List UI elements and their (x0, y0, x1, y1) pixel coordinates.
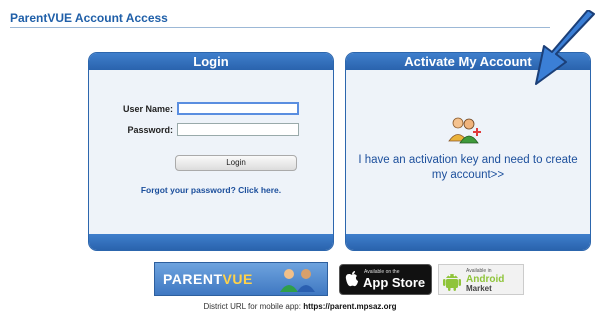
arrow-icon (535, 10, 595, 85)
android-robot-icon (443, 274, 461, 291)
password-label: Password: (127, 125, 173, 135)
password-input[interactable] (177, 123, 299, 136)
district-url-line: District URL for mobile app: https://par… (0, 302, 600, 311)
login-panel-footer (89, 234, 333, 250)
parentvue-badge[interactable]: PARENTVUE (154, 262, 328, 296)
users-icon (448, 117, 481, 144)
login-panel: Login User Name: Password: Login Forgot … (88, 52, 334, 251)
android-market-badge[interactable]: Available in Android Market (438, 264, 524, 295)
app-store-name: App Store (363, 275, 426, 290)
title-divider (10, 27, 550, 28)
android-market-text: Market (466, 284, 492, 293)
activate-account-link[interactable]: I have an activation key and need to cre… (350, 153, 586, 183)
username-input[interactable] (177, 102, 299, 115)
forgot-password-link[interactable]: Forgot your password? Click here. (89, 185, 333, 195)
app-store-badge[interactable]: Available on the App Store (339, 264, 432, 295)
apple-icon (345, 271, 358, 287)
login-panel-header: Login (89, 53, 333, 70)
district-url-value: https://parent.mpsaz.org (303, 302, 397, 311)
activate-panel-footer (346, 234, 590, 250)
district-url-label: District URL for mobile app: (203, 302, 301, 311)
login-button[interactable]: Login (175, 155, 297, 171)
page-title: ParentVUE Account Access (10, 11, 168, 25)
username-label: User Name: (122, 104, 173, 114)
people-icon (280, 269, 315, 292)
parentvue-logo: PARENTVUE (163, 271, 253, 287)
